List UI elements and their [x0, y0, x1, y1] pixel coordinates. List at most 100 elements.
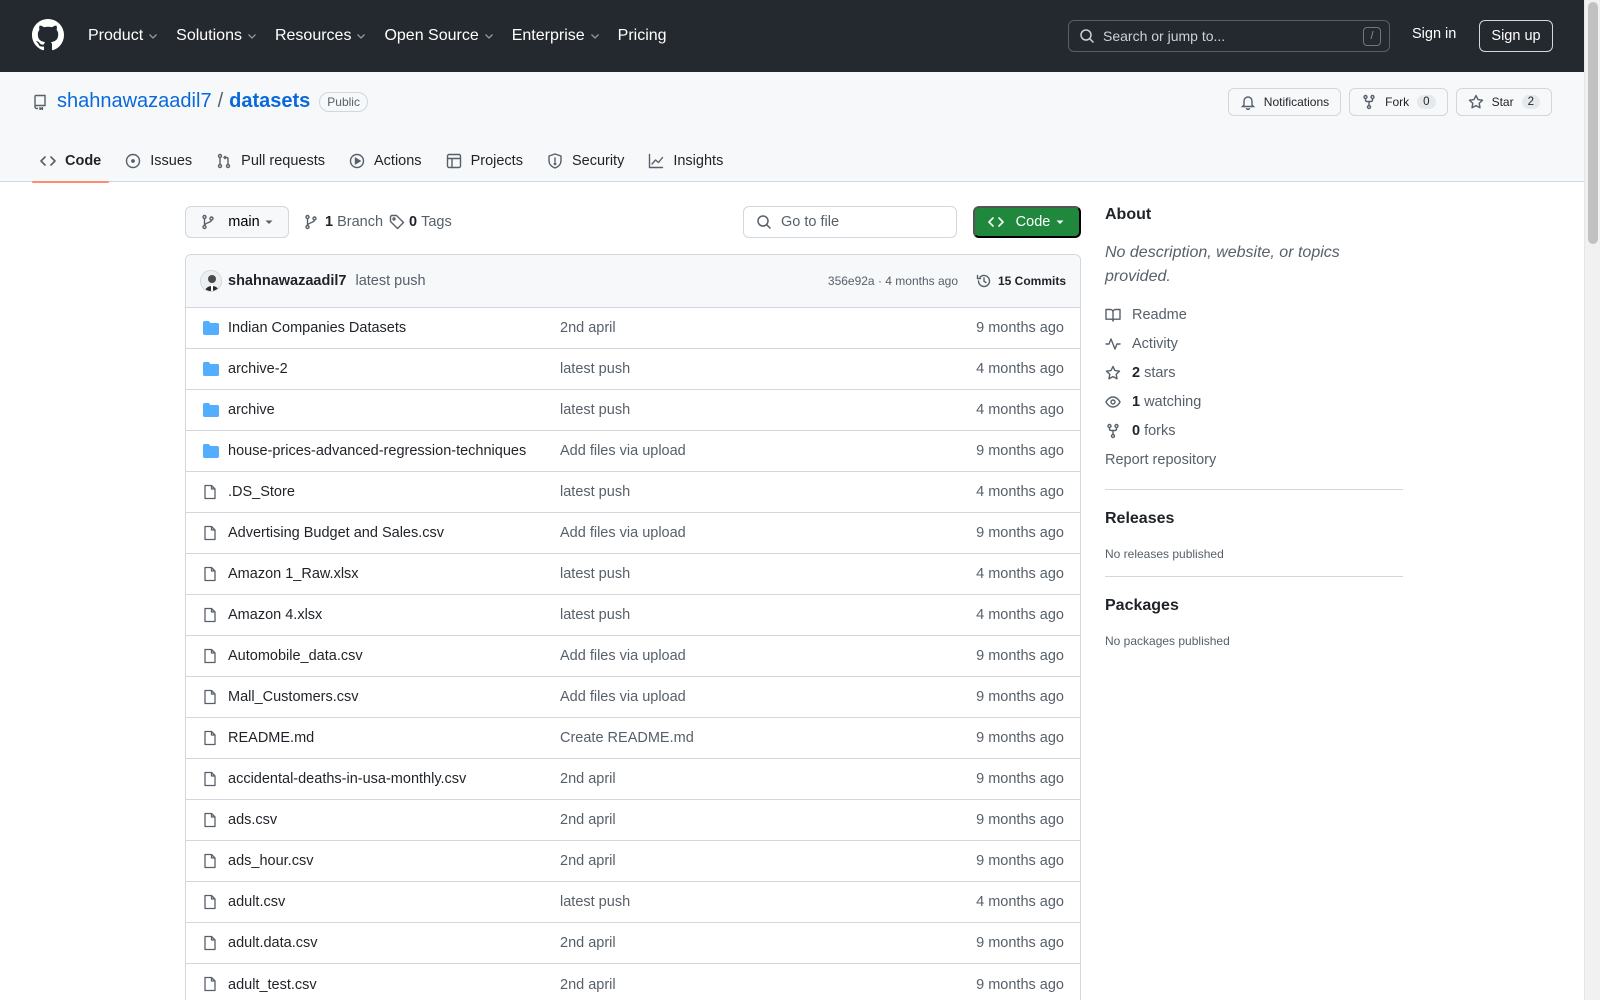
file-commit-message-link[interactable]: latest push: [560, 607, 630, 623]
file-name-link[interactable]: house-prices-advanced-regression-techniq…: [228, 443, 526, 459]
branches-link[interactable]: 1 Branch: [303, 214, 383, 230]
branch-selector[interactable]: main: [185, 206, 289, 238]
file-commit-age: 9 months ago: [976, 976, 1064, 993]
commit-meta[interactable]: 356e92a · 4 months ago: [828, 274, 958, 288]
file-commit-message-link[interactable]: Add files via upload: [560, 689, 686, 705]
file-commit-age: 4 months ago: [976, 566, 1064, 582]
file-commit-message-link[interactable]: latest push: [560, 361, 630, 377]
tab-projects[interactable]: Projects: [438, 140, 531, 182]
file-name-link[interactable]: adult_test.csv: [228, 977, 317, 993]
packages-heading[interactable]: Packages: [1105, 597, 1403, 615]
file-name-link[interactable]: Amazon 1_Raw.xlsx: [228, 566, 359, 582]
file-name-link[interactable]: adult.csv: [228, 894, 285, 910]
file-commit-message-link[interactable]: latest push: [560, 894, 630, 910]
file-name-link[interactable]: Automobile_data.csv: [228, 648, 363, 664]
file-commit-message-link[interactable]: 2nd april: [560, 853, 616, 869]
file-commit-message-link[interactable]: 2nd april: [560, 320, 616, 336]
file-commit-age: 4 months ago: [976, 607, 1064, 623]
file-name-link[interactable]: Indian Companies Datasets: [228, 320, 406, 336]
tab-insights[interactable]: Insights: [640, 140, 731, 182]
file-commit-message-link[interactable]: Add files via upload: [560, 648, 686, 664]
table-row: Amazon 4.xlsx latest push 4 months ago: [186, 595, 1080, 636]
file-name-link[interactable]: adult.data.csv: [228, 935, 317, 951]
file-list: Indian Companies Datasets 2nd april 9 mont…: [186, 308, 1080, 1000]
page-scrollbar[interactable]: [1584, 0, 1600, 1000]
nav-enterprise[interactable]: Enterprise: [512, 27, 600, 45]
commits-link[interactable]: 15 Commits: [976, 273, 1066, 289]
forks-link[interactable]: 0 forks: [1105, 416, 1403, 445]
commit-author-link[interactable]: shahnawazaadil7: [228, 273, 346, 289]
file-name-link[interactable]: archive-2: [228, 361, 288, 377]
file-name-link[interactable]: ads.csv: [228, 812, 277, 828]
tab-pull-requests[interactable]: Pull requests: [208, 140, 333, 182]
tab-issues[interactable]: Issues: [117, 140, 200, 182]
activity-label: Activity: [1132, 335, 1178, 352]
report-repository-link[interactable]: Report repository: [1105, 445, 1403, 474]
file-name-link[interactable]: Mall_Customers.csv: [228, 689, 359, 705]
file-commit-message-link[interactable]: 2nd april: [560, 812, 616, 828]
releases-heading[interactable]: Releases: [1105, 510, 1403, 528]
fork-icon: [1361, 94, 1385, 110]
file-commit-age: 9 months ago: [976, 525, 1064, 541]
fork-button[interactable]: Fork 0: [1349, 88, 1448, 116]
commit-message-link[interactable]: latest push: [355, 273, 425, 289]
nav-pricing[interactable]: Pricing: [618, 27, 667, 45]
file-icon: [202, 730, 218, 746]
sign-up-button[interactable]: Sign up: [1479, 20, 1553, 52]
tags-link[interactable]: 0 Tags: [389, 214, 452, 230]
file-commit-message-link[interactable]: latest push: [560, 566, 630, 582]
branch-icon: [303, 214, 319, 230]
nav-label: Solutions: [176, 27, 242, 44]
star-icon: [1468, 94, 1492, 110]
tab-security[interactable]: Security: [539, 140, 632, 182]
repo-owner-link[interactable]: shahnawazaadil7: [57, 90, 212, 113]
github-logo-icon[interactable]: [32, 19, 64, 51]
file-toolbar: main 1 Branch 0 Tags Go to file Code: [185, 206, 1081, 238]
pulse-icon: [1105, 336, 1132, 352]
file-name-link[interactable]: ads_hour.csv: [228, 853, 313, 869]
watchers-link[interactable]: 1 watching: [1105, 387, 1403, 416]
repo-name-link[interactable]: datasets: [229, 90, 310, 113]
file-commit-message-link[interactable]: Create README.md: [560, 730, 694, 746]
file-name-link[interactable]: .DS_Store: [228, 484, 295, 500]
nav-resources[interactable]: Resources: [275, 27, 366, 45]
table-row: archive-2 latest push 4 months ago: [186, 349, 1080, 390]
branch-name: main: [228, 214, 260, 230]
nav-label: Product: [88, 27, 144, 44]
folder-icon: [202, 320, 220, 336]
code-dropdown-button[interactable]: Code: [973, 206, 1081, 238]
tab-actions[interactable]: Actions: [341, 140, 430, 182]
readme-link[interactable]: Readme: [1105, 300, 1403, 329]
go-to-file-input[interactable]: Go to file: [743, 206, 957, 238]
file-commit-message-link[interactable]: latest push: [560, 484, 630, 500]
nav-open-source[interactable]: Open Source: [384, 27, 493, 45]
file-commit-age: 4 months ago: [976, 361, 1064, 377]
file-commit-message-link[interactable]: 2nd april: [560, 935, 616, 951]
file-name-link[interactable]: archive: [228, 402, 275, 418]
nav-solutions[interactable]: Solutions: [176, 27, 257, 45]
file-commit-message-link[interactable]: latest push: [560, 402, 630, 418]
file-name-link[interactable]: accidental-deaths-in-usa-monthly.csv: [228, 771, 466, 787]
file-commit-message-link[interactable]: 2nd april: [560, 771, 616, 787]
file-name-link[interactable]: README.md: [228, 730, 314, 746]
stars-label: stars: [1144, 364, 1176, 381]
table-row: adult.data.csv 2nd april 9 months ago: [186, 923, 1080, 964]
nav-product[interactable]: Product: [88, 27, 158, 45]
sign-in-link[interactable]: Sign in: [1412, 26, 1456, 42]
file-commit-message-link[interactable]: 2nd april: [560, 977, 616, 993]
file-commit-message-link[interactable]: Add files via upload: [560, 525, 686, 541]
star-button[interactable]: Star 2: [1455, 88, 1552, 116]
avatar[interactable]: [200, 270, 222, 292]
file-name-link[interactable]: Amazon 4.xlsx: [228, 607, 322, 623]
search-input[interactable]: Search or jump to... /: [1068, 20, 1390, 52]
file-icon: [202, 935, 218, 951]
stars-link[interactable]: 2 stars: [1105, 358, 1403, 387]
file-commit-message-link[interactable]: Add files via upload: [560, 443, 686, 459]
file-name-link[interactable]: Advertising Budget and Sales.csv: [228, 525, 444, 541]
scrollbar-thumb[interactable]: [1588, 2, 1598, 244]
notifications-button[interactable]: Notifications: [1227, 88, 1342, 116]
file-commit-age: 4 months ago: [976, 894, 1064, 910]
activity-link[interactable]: Activity: [1105, 329, 1403, 358]
search-placeholder: Search or jump to...: [1103, 28, 1226, 44]
tab-code[interactable]: Code: [32, 140, 110, 183]
